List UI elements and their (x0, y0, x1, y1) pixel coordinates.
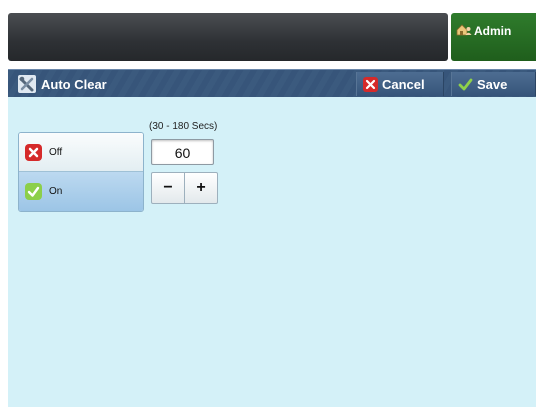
admin-label: Admin (474, 24, 512, 38)
admin-icon (456, 24, 472, 36)
save-button[interactable]: Save (451, 72, 536, 96)
increment-button[interactable]: + (185, 173, 217, 203)
timer-value-field[interactable]: 60 (151, 139, 214, 165)
cancel-button[interactable]: Cancel (356, 72, 444, 96)
top-status-bar (8, 13, 448, 61)
on-icon (25, 183, 42, 200)
page-title: Auto Clear (18, 75, 107, 93)
close-icon (363, 76, 378, 92)
checkmark-icon (458, 77, 473, 92)
content-panel: Off On (30 - 180 Secs) 60 − + (8, 97, 536, 407)
on-off-option-group: Off On (18, 132, 144, 212)
save-label: Save (477, 76, 508, 92)
page-title-label: Auto Clear (41, 76, 107, 92)
option-off[interactable]: Off (19, 133, 143, 172)
timer-stepper: − + (151, 172, 218, 204)
admin-button[interactable]: Admin (451, 13, 536, 61)
off-icon (25, 143, 42, 161)
auto-clear-screen: Admin Auto Clear Cancel Save Off On (30 … (0, 0, 536, 407)
decrement-button[interactable]: − (152, 173, 185, 203)
option-off-label: Off (49, 146, 63, 158)
tools-icon (18, 75, 36, 93)
option-on[interactable]: On (19, 172, 143, 211)
header-bar: Auto Clear Cancel Save (8, 69, 536, 98)
option-on-label: On (49, 186, 63, 197)
timer-range-label: (30 - 180 Secs) (149, 121, 218, 132)
cancel-label: Cancel (382, 76, 425, 92)
